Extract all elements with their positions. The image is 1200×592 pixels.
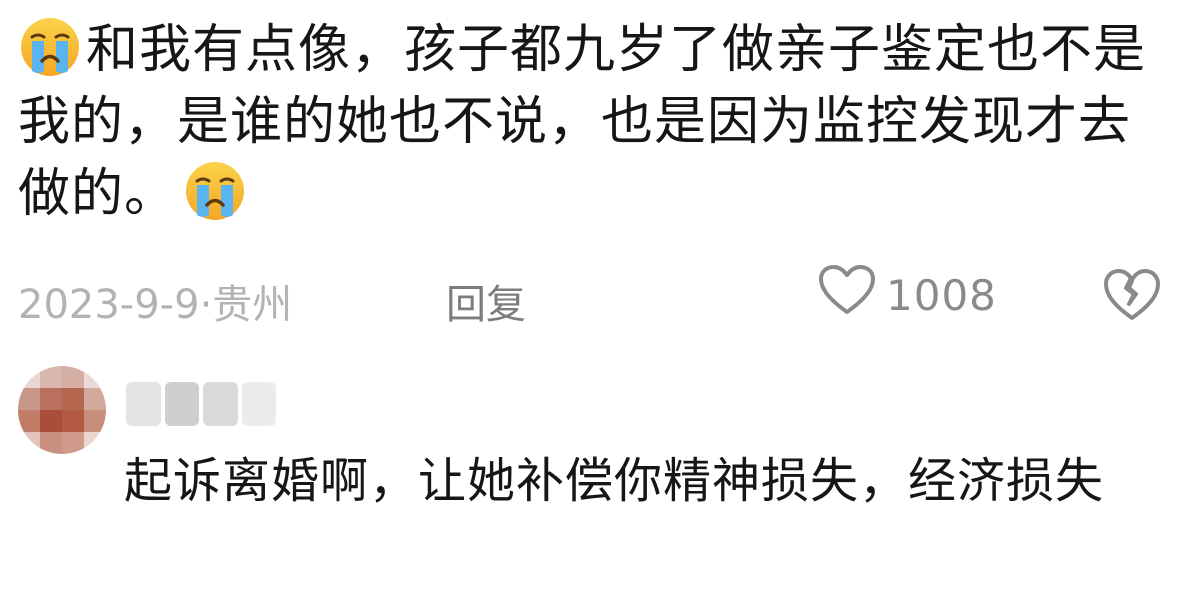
reply-button[interactable]: 回复: [446, 272, 526, 330]
avatar[interactable]: [18, 366, 106, 454]
loudly-crying-face-icon: [18, 15, 82, 79]
dislike-button[interactable]: [1102, 266, 1162, 322]
comment-meta-row: 2023-9-9·贵州 回复 1008: [18, 262, 1182, 328]
comment-date: 2023-9-9: [18, 282, 200, 328]
loudly-crying-face-icon: [183, 159, 247, 223]
like-button[interactable]: 1008: [818, 264, 997, 326]
comment-text-block: 和我有点像，孩子都九岁了做亲子鉴定也不是我的，是谁的她也不说，也是因为监控发现才…: [18, 14, 1178, 230]
broken-heart-icon: [1102, 269, 1162, 332]
meta-separator: ·: [199, 282, 213, 328]
reply-username[interactable]: [126, 382, 276, 426]
reply-text: 起诉离婚啊，让她补偿你精神损失，经济损失: [124, 453, 1105, 509]
comment-meta: 2023-9-9·贵州: [18, 272, 292, 330]
heart-outline-icon: [818, 264, 876, 326]
like-count: 1008: [886, 270, 997, 320]
comment-location: 贵州: [212, 282, 293, 328]
comment: 和我有点像，孩子都九岁了做亲子鉴定也不是我的，是谁的她也不说，也是因为监控发现才…: [18, 14, 1178, 230]
